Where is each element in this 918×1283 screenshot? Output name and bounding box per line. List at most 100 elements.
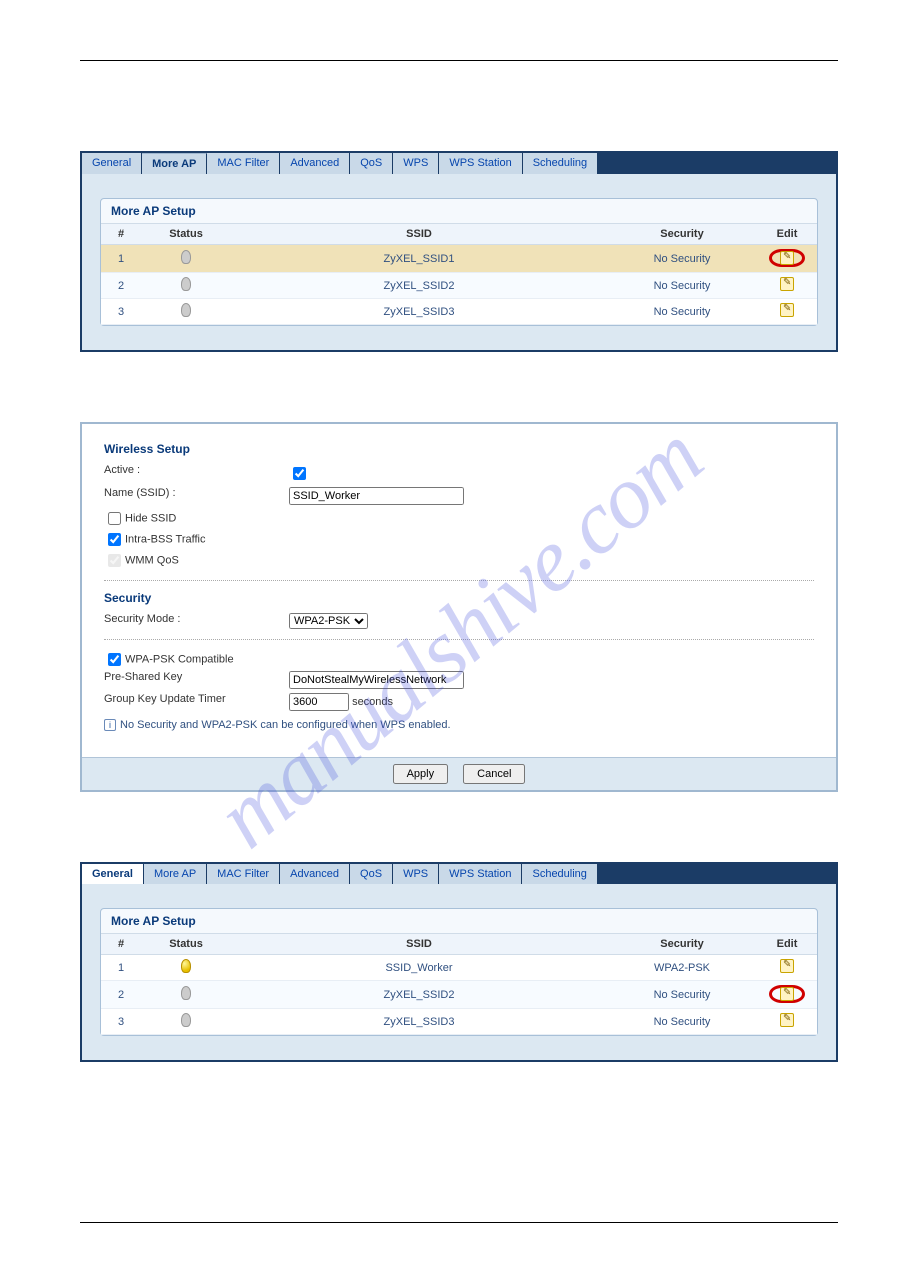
page-footer-rule (80, 1222, 838, 1223)
timer-input[interactable] (289, 693, 349, 711)
col-header-status: Status (141, 224, 231, 245)
edit-icon[interactable] (780, 277, 794, 291)
row-security: No Security (607, 299, 757, 325)
ssid-input[interactable] (289, 487, 464, 505)
lightbulb-icon (181, 277, 191, 291)
label-psk: Pre-Shared Key (104, 671, 289, 689)
more-ap-panel-2: General More AP MAC Filter Advanced QoS … (80, 862, 838, 1062)
row-status (141, 981, 231, 1009)
lightbulb-icon (181, 303, 191, 317)
tab-general[interactable]: General (82, 864, 144, 884)
row-security: No Security (607, 273, 757, 299)
row-security: No Security (607, 245, 757, 273)
tab-wps[interactable]: WPS (393, 153, 439, 174)
active-checkbox[interactable] (293, 467, 306, 480)
row-index: 2 (101, 273, 141, 299)
more-ap-panel-1: General More AP MAC Filter Advanced QoS … (80, 151, 838, 352)
more-ap-table: # Status SSID Security Edit 1 SSID_Worke… (101, 934, 817, 1035)
lightbulb-icon (181, 959, 191, 973)
tab-more-ap[interactable]: More AP (144, 864, 207, 884)
button-bar: Apply Cancel (82, 757, 836, 790)
tab-more-ap[interactable]: More AP (142, 153, 207, 174)
seconds-label: seconds (352, 696, 393, 708)
intra-bss-label: Intra-BSS Traffic (125, 533, 206, 545)
row-edit (757, 245, 817, 273)
wpa-psk-compat-label: WPA-PSK Compatible (125, 653, 234, 665)
row-security: WPA2-PSK (607, 955, 757, 981)
info-icon: i (104, 719, 116, 731)
label-security-mode: Security Mode : (104, 613, 289, 629)
page-header-rule (80, 60, 838, 61)
hide-ssid-checkbox[interactable] (108, 512, 121, 525)
tab-advanced[interactable]: Advanced (280, 153, 350, 174)
more-ap-setup-card: More AP Setup # Status SSID Security Edi… (100, 908, 818, 1036)
wmm-qos-checkbox (108, 554, 121, 567)
cancel-button[interactable]: Cancel (463, 764, 525, 784)
row-edit (757, 955, 817, 981)
lightbulb-icon (181, 986, 191, 1000)
edit-icon[interactable] (780, 251, 794, 265)
row-status (141, 955, 231, 981)
tab-general[interactable]: General (82, 153, 142, 174)
col-header-num: # (101, 934, 141, 955)
col-header-num: # (101, 224, 141, 245)
tab-mac-filter[interactable]: MAC Filter (207, 864, 280, 884)
edit-icon[interactable] (780, 987, 794, 1001)
tab-scheduling[interactable]: Scheduling (522, 864, 596, 884)
tab-qos[interactable]: QoS (350, 864, 393, 884)
wps-note: iNo Security and WPA2-PSK can be configu… (104, 719, 814, 731)
col-header-status: Status (141, 934, 231, 955)
wmm-qos-label: WMM QoS (125, 554, 179, 566)
separator (104, 639, 814, 640)
more-ap-setup-title: More AP Setup (101, 909, 817, 934)
row-index: 2 (101, 981, 141, 1009)
section-security: Security (104, 591, 814, 605)
tab-wps-station[interactable]: WPS Station (439, 153, 522, 174)
label-active: Active : (104, 464, 289, 483)
tabstrip-2: General More AP MAC Filter Advanced QoS … (82, 864, 836, 884)
row-index: 3 (101, 299, 141, 325)
hide-ssid-label: Hide SSID (125, 512, 176, 524)
label-name-ssid: Name (SSID) : (104, 487, 289, 505)
more-ap-setup-title: More AP Setup (101, 199, 817, 224)
tab-scheduling[interactable]: Scheduling (523, 153, 597, 174)
intra-bss-checkbox[interactable] (108, 533, 121, 546)
tab-mac-filter[interactable]: MAC Filter (207, 153, 280, 174)
row-ssid: ZyXEL_SSID2 (231, 981, 607, 1009)
tab-advanced[interactable]: Advanced (280, 864, 350, 884)
apply-button[interactable]: Apply (393, 764, 449, 784)
separator (104, 580, 814, 581)
row-ssid: ZyXEL_SSID1 (231, 245, 607, 273)
table-row: 1 ZyXEL_SSID1 No Security (101, 245, 817, 273)
more-ap-setup-card: More AP Setup # Status SSID Security Edi… (100, 198, 818, 326)
more-ap-table: # Status SSID Security Edit 1 ZyXEL_SSID… (101, 224, 817, 325)
table-row: 2 ZyXEL_SSID2 No Security (101, 981, 817, 1009)
row-status (141, 1009, 231, 1035)
wpa-psk-compat-checkbox[interactable] (108, 653, 121, 666)
lightbulb-icon (181, 250, 191, 264)
tabstrip-1: General More AP MAC Filter Advanced QoS … (82, 153, 836, 174)
wireless-setup-form: Wireless Setup Active : Name (SSID) : Hi… (80, 422, 838, 792)
edit-icon[interactable] (780, 1013, 794, 1027)
row-edit (757, 299, 817, 325)
col-header-edit: Edit (757, 224, 817, 245)
row-edit (757, 273, 817, 299)
table-row: 3 ZyXEL_SSID3 No Security (101, 299, 817, 325)
row-ssid: ZyXEL_SSID3 (231, 299, 607, 325)
row-ssid: ZyXEL_SSID2 (231, 273, 607, 299)
security-mode-select[interactable]: WPA2-PSK (289, 613, 368, 629)
highlight-circle (769, 249, 805, 267)
row-status (141, 273, 231, 299)
col-header-ssid: SSID (231, 934, 607, 955)
psk-input[interactable] (289, 671, 464, 689)
row-status (141, 299, 231, 325)
tab-qos[interactable]: QoS (350, 153, 393, 174)
tab-wps-station[interactable]: WPS Station (439, 864, 522, 884)
edit-icon[interactable] (780, 303, 794, 317)
table-row: 3 ZyXEL_SSID3 No Security (101, 1009, 817, 1035)
tab-wps[interactable]: WPS (393, 864, 439, 884)
row-index: 1 (101, 245, 141, 273)
edit-icon[interactable] (780, 959, 794, 973)
lightbulb-icon (181, 1013, 191, 1027)
label-timer: Group Key Update Timer (104, 693, 289, 711)
